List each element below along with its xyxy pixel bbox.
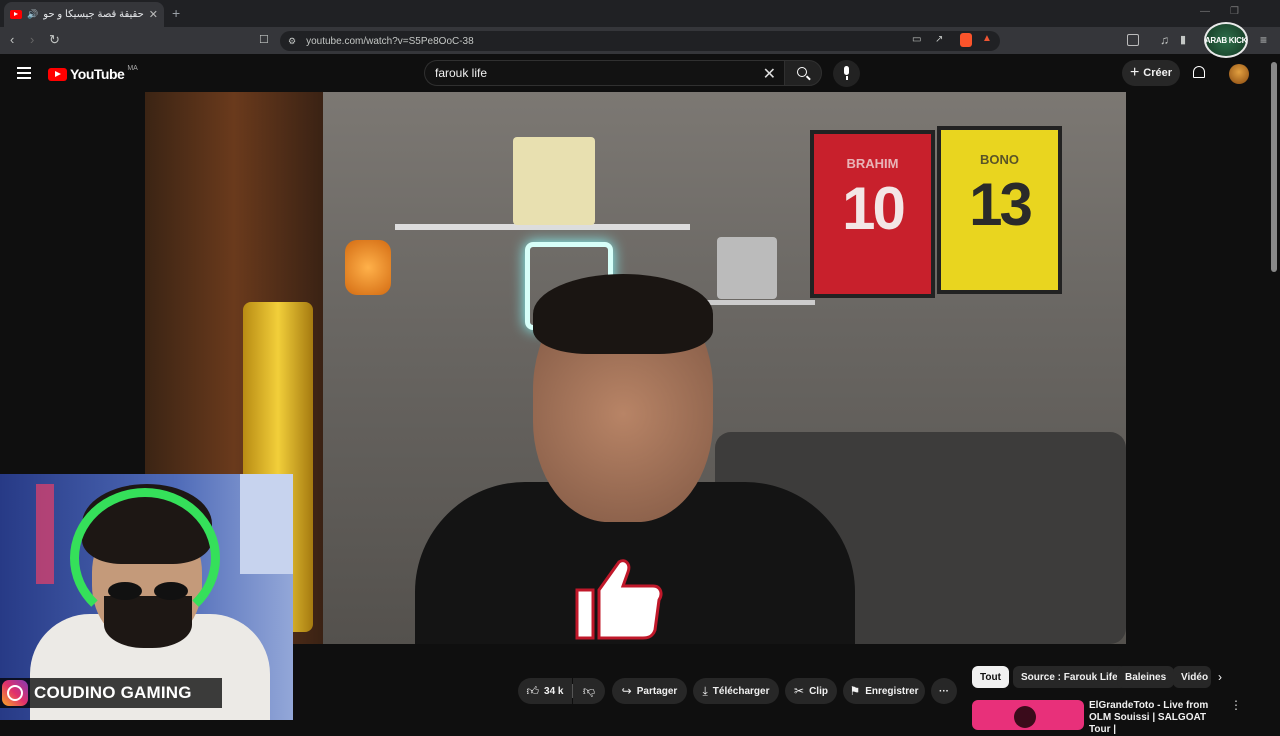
address-bar[interactable]: ⚙ youtube.com/watch?v=S5Pe8OoC-38 ▭ ↗ ▲ — [280, 31, 1000, 51]
bookmark-save-icon: ⚑ — [849, 684, 861, 698]
music-icon[interactable]: ♫ — [1160, 33, 1169, 47]
search-icon — [797, 67, 807, 77]
youtube-logo[interactable]: YouTube MA — [48, 64, 138, 82]
search-query-text: farouk life — [435, 66, 488, 80]
share-button[interactable]: ↪ Partager — [612, 678, 687, 704]
like-icon: 👍︎ — [526, 683, 540, 698]
streamer-caption: COUDINO GAMING — [0, 678, 222, 708]
sidebar-toggle-icon[interactable]: ▮ — [1180, 33, 1186, 47]
plus-icon: + — [1129, 64, 1140, 81]
site-info-icon[interactable]: ⚙ — [288, 36, 296, 47]
back-icon[interactable]: ‹ — [10, 33, 14, 47]
forward-icon[interactable]: › — [30, 33, 34, 47]
dislike-button[interactable]: 👎︎ — [573, 678, 605, 704]
account-avatar[interactable] — [1229, 64, 1249, 84]
clip-button[interactable]: ✂ Clip — [785, 678, 837, 704]
streamer-beard — [104, 596, 192, 648]
cast-icon[interactable]: ▭ — [912, 34, 921, 45]
youtube-header: YouTube MA farouk life ✕ + Créer — [0, 54, 1280, 92]
more-actions-button[interactable]: ··· — [931, 678, 957, 704]
notifications-bell-icon[interactable] — [1193, 66, 1205, 78]
like-count: 34 k — [544, 685, 564, 697]
download-icon: ⤓ — [702, 683, 708, 698]
hamburger-menu-icon[interactable] — [17, 67, 31, 82]
save-label: Enregistrer — [865, 685, 919, 697]
new-tab-button[interactable]: + — [172, 5, 180, 21]
reload-icon[interactable]: ↻ — [49, 33, 60, 47]
dislike-icon: 👎︎ — [582, 683, 596, 698]
clear-search-icon[interactable]: ✕ — [763, 64, 776, 84]
filter-chip-all[interactable]: Tout — [972, 666, 1009, 688]
share-label: Partager — [636, 685, 678, 697]
create-label: Créer — [1143, 67, 1173, 79]
extension-icon[interactable] — [1127, 34, 1139, 46]
url-text: youtube.com/watch?v=S5Pe8OoC-38 — [306, 35, 474, 47]
minimize-icon[interactable]: — — [1200, 6, 1210, 17]
jersey-frame-red: BRAHIM 10 — [810, 130, 935, 298]
bookmark-icon[interactable]: ☐ — [259, 33, 269, 47]
brave-shield-icon[interactable] — [960, 33, 972, 47]
youtube-play-icon — [48, 67, 67, 81]
save-button[interactable]: ⚑ Enregistrer — [843, 678, 925, 704]
browser-tab[interactable]: 🔊 حقيقة قصة جيسيكا و حوت الأ... ✕ — [4, 2, 164, 27]
arab-kick-watermark: ARAB KICK — [1200, 20, 1252, 60]
search-button[interactable] — [784, 60, 822, 86]
download-button[interactable]: ⤓ Télécharger — [693, 678, 779, 704]
sunglasses — [108, 582, 190, 602]
rewards-icon[interactable]: ▲ — [982, 33, 992, 44]
search-input[interactable]: farouk life ✕ — [424, 60, 784, 86]
browser-tab-strip: 🔊 حقيقة قصة جيسيكا و حوت الأ... ✕ + — ❐ — [0, 0, 1280, 27]
youtube-wordmark: YouTube — [70, 66, 125, 82]
like-button[interactable]: 👍︎ 34 k — [518, 678, 572, 704]
jersey-frame-yellow: BONO 13 — [937, 126, 1062, 294]
page-scrollbar[interactable] — [1271, 62, 1277, 272]
video-play-button-award — [513, 137, 595, 225]
jersey-2-name: BONO — [980, 152, 1019, 167]
voice-search-button[interactable] — [833, 60, 860, 87]
presenter-hair — [533, 274, 713, 354]
recommendation-title[interactable]: ElGrandeToto - Live from OLM Souissi | S… — [1089, 700, 1229, 736]
webcam-neon-light — [36, 484, 54, 584]
more-actions-icon: ··· — [939, 685, 949, 697]
audio-icon[interactable]: 🔊 — [27, 9, 38, 20]
youtube-favicon-icon — [10, 10, 22, 19]
filter-chip-videos[interactable]: Vidéo — [1173, 666, 1211, 688]
country-code: MA — [127, 64, 138, 72]
chevron-right-icon[interactable]: › — [1218, 670, 1222, 684]
maximize-icon[interactable]: ❐ — [1230, 6, 1239, 17]
browser-menu-icon[interactable]: ≡ — [1260, 33, 1267, 47]
create-button[interactable]: + Créer — [1122, 60, 1180, 86]
filter-chip-whales[interactable]: Baleines — [1117, 666, 1175, 688]
browser-navbar: ‹ › ↻ ☐ ⚙ youtube.com/watch?v=S5Pe8OoC-3… — [0, 27, 1280, 54]
recommendation-thumbnail[interactable] — [972, 700, 1084, 730]
streamer-name: COUDINO GAMING — [34, 683, 192, 702]
watermark-text: ARAB KICK — [1204, 36, 1248, 45]
jersey-2-number: 13 — [969, 171, 1033, 238]
thumbs-up-overlay-icon — [575, 559, 663, 640]
share-icon: ↪ — [621, 684, 632, 698]
clip-label: Clip — [809, 685, 828, 697]
share-page-icon[interactable]: ↗ — [935, 34, 943, 45]
instagram-icon — [2, 680, 28, 706]
filter-chip-source[interactable]: Source : Farouk Life — [1013, 666, 1126, 688]
close-tab-icon[interactable]: ✕ — [149, 8, 158, 21]
jersey-1-name: BRAHIM — [846, 156, 899, 171]
recommendation-menu-icon[interactable]: ⋮ — [1230, 698, 1242, 712]
tab-title: حقيقة قصة جيسيكا و حوت الأ... — [43, 9, 144, 20]
video-table-lamp — [345, 240, 391, 295]
scissors-icon: ✂ — [794, 684, 805, 698]
jersey-1-number: 10 — [842, 175, 906, 242]
webcam-window — [240, 474, 293, 574]
download-label: Télécharger — [712, 685, 770, 697]
